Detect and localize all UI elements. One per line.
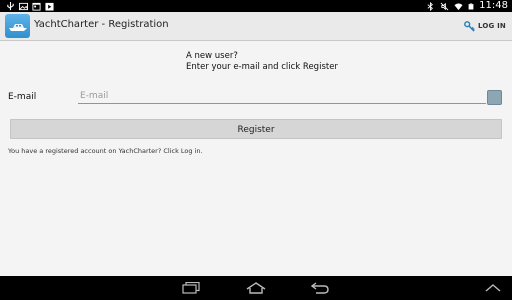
registration-form: A new user? Enter your e-mail and click … (0, 41, 512, 276)
intro-line-1: A new user? (186, 51, 238, 61)
image-icon (19, 2, 28, 10)
status-bar-right: 11:48 (426, 0, 508, 12)
app-title: YachtCharter - Registration (34, 19, 169, 30)
wifi-icon (454, 2, 463, 10)
app-logo-icon (5, 14, 30, 38)
recent-apps-icon (182, 282, 200, 294)
key-icon (464, 20, 475, 32)
home-icon (246, 282, 266, 294)
battery-icon (468, 3, 474, 9)
login-button[interactable]: LOG IN (464, 18, 506, 34)
register-button[interactable]: Register (10, 119, 502, 139)
recent-apps-button[interactable] (179, 280, 203, 296)
home-button[interactable] (244, 280, 268, 296)
login-label: LOG IN (477, 22, 506, 30)
intro-line-2: Enter your e-mail and click Register (186, 62, 338, 72)
usb-icon (7, 1, 14, 10)
collapse-button[interactable] (481, 280, 505, 296)
action-bar: YachtCharter - Registration LOG IN (0, 12, 512, 41)
email-input[interactable] (78, 89, 486, 104)
yacht-icon (8, 24, 27, 31)
status-bar: 11:48 (0, 0, 512, 12)
login-hint-text: You have a registered account on YachCha… (8, 147, 203, 155)
back-button[interactable] (308, 280, 332, 296)
intro-text: A new user? Enter your e-mail and click … (186, 51, 338, 73)
navigation-bar (0, 276, 512, 300)
calendar-icon (32, 2, 41, 11)
back-icon (311, 282, 329, 294)
bluetooth-icon (427, 1, 434, 11)
clock: 11:48 (479, 0, 508, 11)
mute-icon (440, 2, 449, 10)
status-bar-left (6, 1, 54, 11)
chevron-up-icon (485, 284, 501, 292)
email-field-icon[interactable] (487, 90, 502, 105)
email-label: E-mail (8, 92, 37, 102)
play-store-icon (45, 2, 54, 11)
